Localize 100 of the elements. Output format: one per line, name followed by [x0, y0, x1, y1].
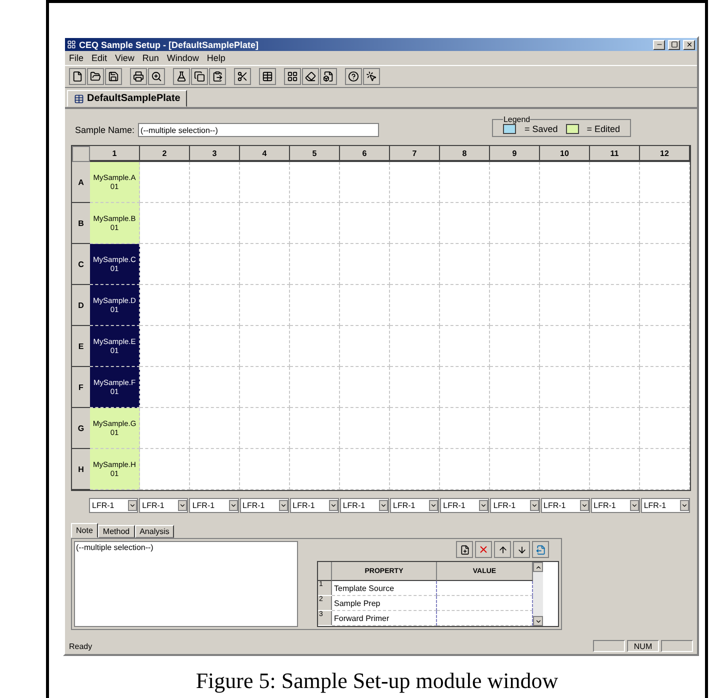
well-cell[interactable] — [340, 449, 390, 490]
row-header[interactable]: C — [72, 244, 90, 285]
dropdown-button[interactable] — [278, 500, 288, 511]
toolbar-button[interactable] — [234, 68, 251, 85]
method-dropdown[interactable]: LFR-1 — [89, 498, 138, 513]
scroll-down-button[interactable] — [533, 616, 543, 626]
well-cell[interactable] — [590, 244, 640, 285]
well-cell[interactable] — [640, 203, 690, 244]
well-cell[interactable] — [140, 326, 190, 367]
well-cell[interactable] — [640, 285, 690, 326]
well-cell[interactable] — [640, 162, 690, 203]
well-cell[interactable] — [190, 408, 240, 449]
well-cell[interactable] — [390, 203, 440, 244]
toolbar-button[interactable] — [173, 68, 190, 85]
well-cell[interactable] — [290, 326, 340, 367]
dropdown-button[interactable] — [680, 500, 689, 511]
well-cell[interactable] — [290, 162, 340, 203]
well-cell[interactable] — [590, 203, 640, 244]
well-cell[interactable] — [540, 162, 590, 203]
toolbar-button[interactable] — [259, 68, 276, 85]
well-cell[interactable] — [240, 326, 290, 367]
export-button[interactable] — [532, 541, 549, 558]
well-cell[interactable] — [290, 408, 340, 449]
column-header[interactable]: 5 — [290, 146, 340, 162]
column-header[interactable]: 11 — [590, 146, 640, 162]
method-dropdown[interactable]: LFR-1 — [139, 498, 188, 513]
well-cell[interactable] — [390, 244, 440, 285]
toolbar-button[interactable] — [130, 68, 147, 85]
well-cell[interactable] — [490, 162, 540, 203]
column-header[interactable]: 10 — [540, 146, 590, 162]
well-cell[interactable] — [190, 326, 240, 367]
well-cell[interactable] — [640, 244, 690, 285]
well-cell[interactable] — [540, 203, 590, 244]
row-header[interactable]: H — [72, 449, 90, 490]
tab[interactable]: Analysis — [134, 525, 174, 538]
toolbar-button[interactable] — [302, 68, 319, 85]
column-header[interactable]: 9 — [490, 146, 540, 162]
column-header[interactable]: 2 — [140, 146, 190, 162]
well-cell[interactable] — [340, 408, 390, 449]
well-cell[interactable] — [590, 367, 640, 408]
well-cell[interactable] — [540, 367, 590, 408]
well-cell[interactable] — [440, 285, 490, 326]
tab[interactable]: Note — [71, 523, 98, 538]
well-cell[interactable] — [490, 326, 540, 367]
method-dropdown[interactable]: LFR-1 — [540, 498, 590, 513]
well-cell[interactable] — [140, 367, 190, 408]
maximize-button[interactable] — [668, 40, 680, 50]
well-cell[interactable] — [590, 408, 640, 449]
method-dropdown[interactable]: LFR-1 — [189, 498, 238, 513]
well-cell[interactable] — [190, 162, 240, 203]
menu-item[interactable]: View — [115, 53, 134, 63]
well-cell[interactable] — [640, 408, 690, 449]
method-dropdown[interactable]: LFR-1 — [340, 498, 389, 513]
well-cell[interactable] — [390, 408, 440, 449]
well-cell[interactable] — [440, 326, 490, 367]
row-header[interactable]: E — [72, 326, 90, 367]
toolbar-button[interactable] — [69, 68, 86, 85]
well-cell[interactable] — [190, 449, 240, 490]
method-dropdown[interactable]: LFR-1 — [590, 498, 640, 513]
dropdown-button[interactable] — [328, 500, 338, 511]
well-cell[interactable] — [390, 367, 440, 408]
dropdown-button[interactable] — [228, 500, 238, 511]
row-header[interactable]: D — [72, 285, 90, 326]
well-cell[interactable] — [340, 244, 390, 285]
scrollbar[interactable] — [533, 562, 543, 626]
well-cell[interactable] — [290, 244, 340, 285]
well-cell[interactable] — [490, 449, 540, 490]
well-cell[interactable] — [190, 285, 240, 326]
menu-item[interactable]: Window — [166, 53, 199, 63]
menu-item[interactable]: Run — [142, 53, 159, 63]
select-all-cell[interactable] — [72, 146, 90, 162]
column-header[interactable]: 7 — [390, 146, 440, 162]
well-cell[interactable] — [440, 408, 490, 449]
well-cell[interactable] — [240, 203, 290, 244]
toolbar-button[interactable] — [345, 68, 362, 85]
well-cell[interactable] — [290, 285, 340, 326]
well-cell[interactable] — [440, 203, 490, 244]
well-cell[interactable] — [540, 244, 590, 285]
toolbar-button[interactable] — [320, 68, 337, 85]
well-cell[interactable] — [440, 449, 490, 490]
well-cell[interactable] — [590, 326, 640, 367]
well-cell[interactable] — [290, 449, 340, 490]
move-up-button[interactable] — [494, 541, 511, 558]
column-header[interactable]: 4 — [240, 146, 290, 162]
well-cell[interactable] — [440, 244, 490, 285]
dropdown-button[interactable] — [630, 500, 639, 511]
well-cell[interactable] — [340, 285, 390, 326]
well-cell[interactable] — [440, 367, 490, 408]
note-field[interactable]: (--multiple selection--) — [74, 541, 298, 627]
move-down-button[interactable] — [513, 541, 530, 558]
well-cell[interactable] — [190, 244, 240, 285]
well-cell[interactable] — [240, 162, 290, 203]
toolbar-button[interactable] — [363, 68, 380, 85]
well-cell[interactable] — [390, 162, 440, 203]
well-cell[interactable] — [140, 408, 190, 449]
dropdown-button[interactable] — [178, 500, 188, 511]
well-cell[interactable] — [390, 326, 440, 367]
well-cell[interactable] — [590, 285, 640, 326]
method-dropdown[interactable]: LFR-1 — [290, 498, 339, 513]
well-cell[interactable] — [540, 449, 590, 490]
